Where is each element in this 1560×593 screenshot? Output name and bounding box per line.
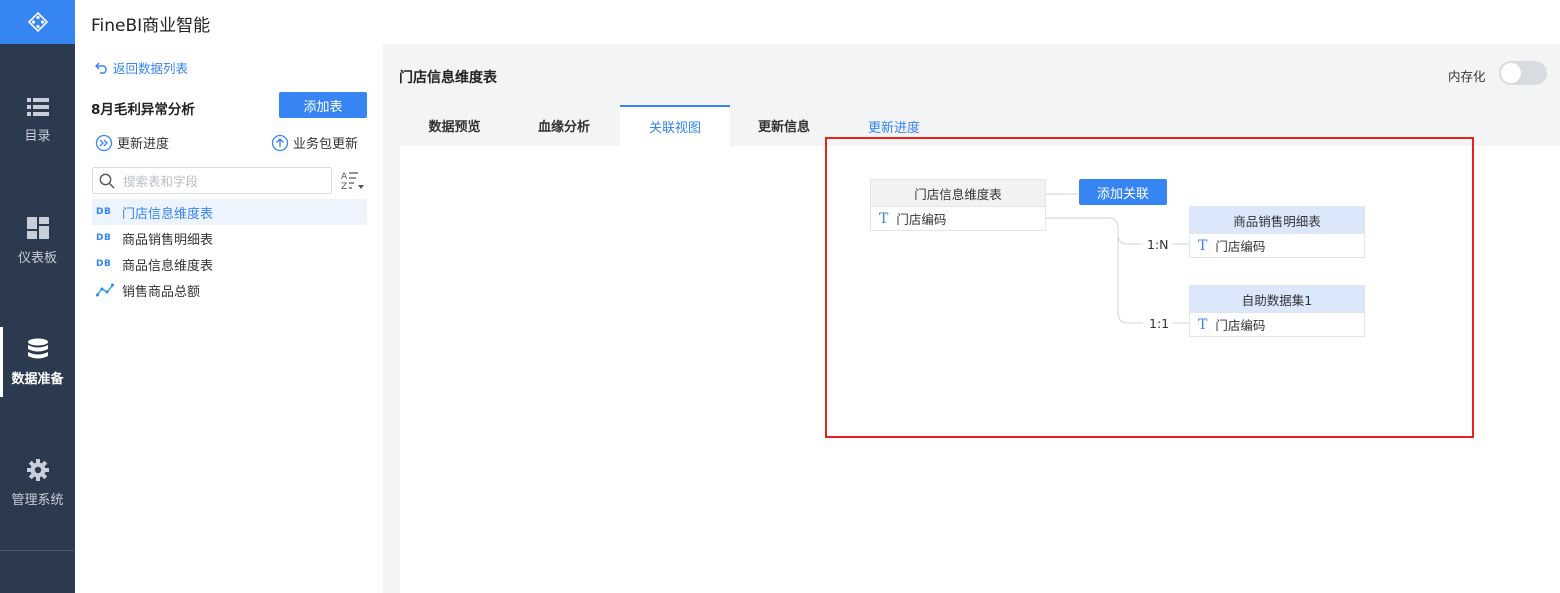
source-table-card[interactable]: 门店信息维度表 T 门店编码	[870, 179, 1046, 231]
add-relation-button[interactable]: 添加关联	[1079, 179, 1167, 205]
target-table-name: 自助数据集1	[1190, 286, 1364, 312]
source-table-name: 门店信息维度表	[871, 180, 1045, 206]
text-field-icon: T	[879, 210, 889, 227]
target-table-name: 商品销售明细表	[1190, 207, 1364, 233]
text-field-icon: T	[1198, 316, 1208, 333]
target-field: T 门店编码	[1190, 312, 1364, 336]
text-field-icon: T	[1198, 237, 1208, 254]
source-field: T 门店编码	[871, 206, 1045, 230]
field-label: 门店编码	[1215, 318, 1266, 333]
field-label: 门店编码	[896, 212, 947, 227]
target-field: T 门店编码	[1190, 233, 1364, 257]
field-label: 门店编码	[1215, 239, 1266, 254]
target-table-card[interactable]: 商品销售明细表 T 门店编码	[1189, 206, 1365, 258]
target-table-card[interactable]: 自助数据集1 T 门店编码	[1189, 285, 1365, 337]
cardinality-label: 1:1	[1149, 316, 1170, 331]
cardinality-label: 1:N	[1147, 237, 1169, 252]
